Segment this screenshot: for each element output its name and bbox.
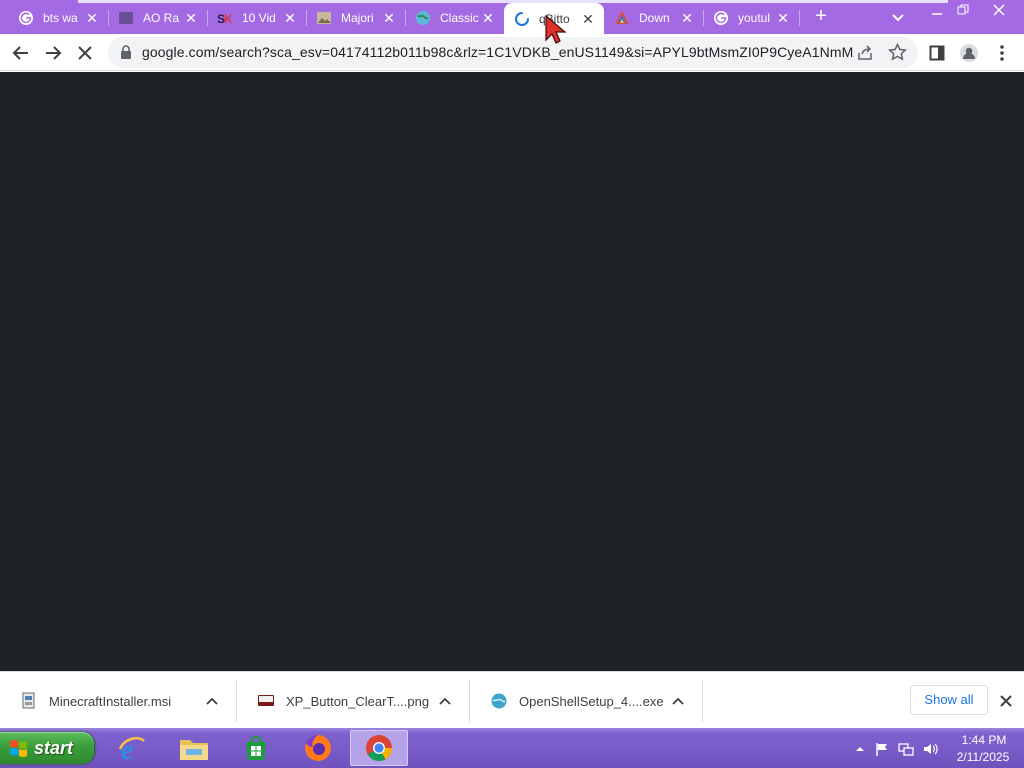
chevron-up-icon[interactable] — [438, 694, 452, 708]
tab-title: youtul — [738, 11, 771, 25]
tab-close-icon[interactable]: ✕ — [183, 10, 199, 26]
tab-close-icon[interactable]: ✕ — [775, 10, 791, 26]
firefox-icon[interactable] — [295, 730, 341, 766]
windows-flag-icon — [8, 738, 30, 758]
download-filename: MinecraftInstaller.msi — [49, 693, 172, 709]
restore-icon[interactable] — [946, 0, 980, 20]
google-g-icon — [18, 10, 34, 26]
tab-title: AO Ra — [143, 11, 180, 25]
tab-title: Majori — [341, 11, 374, 25]
tab-search-chevron-icon[interactable] — [889, 8, 907, 26]
tab-close-icon[interactable]: ✕ — [84, 10, 100, 26]
back-arrow-icon[interactable] — [8, 40, 34, 66]
image-file-icon — [257, 692, 275, 710]
show-all-button[interactable]: Show all — [910, 685, 988, 715]
globe-icon — [415, 10, 431, 26]
tab-title: Classic — [440, 11, 479, 25]
tab-youtube[interactable]: youtul ✕ — [703, 5, 800, 31]
tab-close-icon[interactable]: ✕ — [282, 10, 298, 26]
start-button[interactable]: start — [0, 732, 94, 764]
tab-title: Down — [639, 11, 670, 25]
stop-loading-x-icon[interactable] — [72, 40, 98, 66]
download-shelf: MinecraftInstaller.msi XP_Button_ClearT.… — [0, 671, 1024, 728]
download-item-minecraft[interactable]: MinecraftInstaller.msi — [0, 680, 237, 722]
url-text[interactable]: google.com/search?sca_esv=04174112b011b9… — [142, 44, 854, 60]
download-item-openshell[interactable]: OpenShellSetup_4....exe — [470, 680, 703, 722]
tab-close-icon[interactable]: ✕ — [381, 10, 397, 26]
share-icon[interactable] — [856, 44, 874, 62]
download-item-xp-button[interactable]: XP_Button_ClearT....png — [237, 680, 470, 722]
side-panel-icon[interactable] — [924, 40, 950, 66]
tab-separator — [799, 10, 800, 26]
address-bar[interactable]: google.com/search?sca_esv=04174112b011b9… — [108, 37, 918, 68]
windows-taskbar: start e 1:44 PM 2/11/2025 — [0, 728, 1024, 768]
file-explorer-icon[interactable] — [171, 730, 217, 766]
google-g-icon — [713, 10, 729, 26]
menu-kebab-icon[interactable] — [989, 40, 1015, 66]
start-label: start — [34, 737, 74, 758]
profile-avatar-icon[interactable] — [956, 40, 982, 66]
window-close-icon[interactable] — [982, 0, 1016, 20]
dark-square-icon — [118, 10, 134, 26]
svg-text:K: K — [224, 12, 233, 26]
tab-strip: bts wa ✕ AO Ra ✕ SK 10 Vid ✕ Majori ✕ Cl… — [0, 0, 1024, 34]
tab-close-icon[interactable]: ✕ — [480, 10, 496, 26]
download-filename: OpenShellSetup_4....exe — [519, 693, 664, 709]
tab-10-vid[interactable]: SK 10 Vid ✕ — [207, 5, 307, 31]
clock-time[interactable]: 1:44 PM — [954, 733, 1014, 747]
sk-logo-icon: SK — [217, 10, 233, 26]
tab-title: bts wa — [43, 11, 78, 25]
tab-bts[interactable]: bts wa ✕ — [8, 5, 109, 31]
tab-majori[interactable]: Majori ✕ — [306, 5, 406, 31]
msi-installer-icon — [20, 692, 38, 710]
close-download-shelf-icon[interactable] — [996, 691, 1016, 711]
browser-toolbar: google.com/search?sca_esv=04174112b011b9… — [0, 34, 1024, 71]
shell-setup-icon — [490, 692, 508, 710]
bookmark-star-icon[interactable] — [887, 42, 908, 62]
network-icon[interactable] — [898, 741, 914, 757]
page-content-area[interactable] — [0, 72, 1024, 671]
tab-down[interactable]: Down ✕ — [604, 5, 704, 31]
colorful-logo-icon — [614, 10, 630, 26]
mouse-cursor-icon — [545, 14, 567, 44]
action-center-flag-icon[interactable] — [874, 741, 890, 757]
loading-spinner-icon — [514, 11, 530, 27]
volume-icon[interactable] — [922, 741, 938, 757]
chevron-up-icon[interactable] — [671, 694, 685, 708]
download-separator — [702, 680, 703, 722]
tab-close-icon[interactable]: ✕ — [580, 11, 596, 27]
internet-explorer-icon[interactable]: e — [109, 730, 155, 766]
lock-icon[interactable] — [120, 45, 132, 59]
microsoft-store-icon[interactable] — [233, 730, 279, 766]
image-thumb-icon — [316, 10, 332, 26]
tab-title: 10 Vid — [242, 11, 276, 25]
clock-date[interactable]: 2/11/2025 — [948, 750, 1018, 764]
tab-close-icon[interactable]: ✕ — [679, 10, 695, 26]
forward-arrow-icon[interactable] — [40, 40, 66, 66]
tab-ao-ra[interactable]: AO Ra ✕ — [108, 5, 208, 31]
new-tab-plus-icon[interactable]: + — [810, 6, 832, 28]
chevron-up-icon[interactable] — [205, 694, 219, 708]
chrome-icon[interactable] — [350, 730, 408, 766]
download-filename: XP_Button_ClearT....png — [286, 693, 430, 709]
tray-expand-arrow-icon[interactable] — [852, 741, 868, 757]
tab-classic[interactable]: Classic ✕ — [405, 5, 504, 31]
